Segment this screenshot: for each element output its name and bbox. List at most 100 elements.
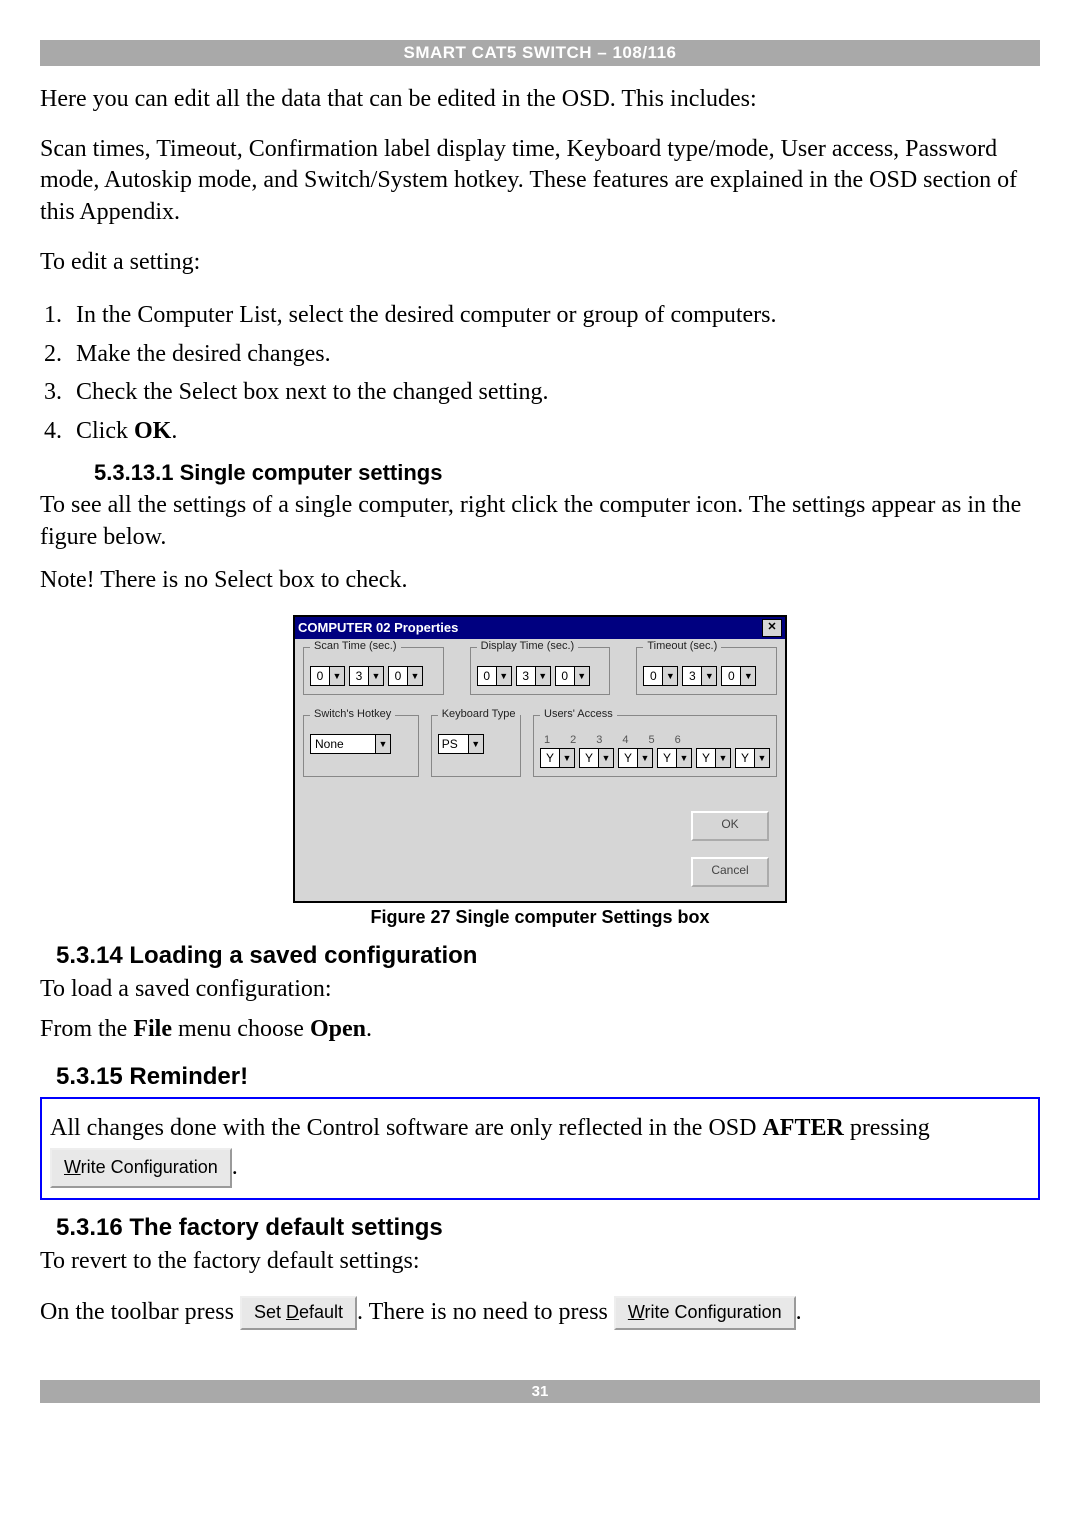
write-config2-rest: rite Configuration (645, 1302, 782, 1322)
users-access-group: Users' Access 1 2 3 4 5 6 Y▼ Y▼ Y▼ Y▼ (533, 715, 777, 777)
heading-single-computer-settings: 5.3.13.1 Single computer settings (94, 460, 1040, 486)
write-config-rest: rite Configuration (81, 1157, 218, 1177)
ua-value-4: Y (657, 748, 676, 768)
timeout-group: Timeout (sec.) 0▼ 3▼ 0▼ (636, 647, 777, 695)
factory-b: . There is no need to press (357, 1299, 614, 1325)
intro-paragraph-1: Here you can edit all the data that can … (40, 84, 1040, 116)
write-config-underline: W (64, 1157, 81, 1177)
intro-paragraph-2: Scan times, Timeout, Confirmation label … (40, 134, 1040, 229)
timeout-label: Timeout (sec.) (643, 640, 721, 652)
loading-p2-file: File (133, 1016, 172, 1042)
chevron-down-icon: ▼ (598, 748, 614, 768)
chevron-down-icon: ▼ (637, 748, 653, 768)
display-time-select-1[interactable]: 3▼ (516, 666, 551, 686)
chevron-down-icon: ▼ (701, 666, 717, 686)
step-4: Click OK. (68, 412, 1040, 450)
ua-select-6[interactable]: Y▼ (735, 748, 770, 768)
display-time-group: Display Time (sec.) 0▼ 3▼ 0▼ (470, 647, 611, 695)
ua-select-1[interactable]: Y▼ (540, 748, 575, 768)
switch-hotkey-label: Switch's Hotkey (310, 708, 395, 720)
loading-p2-open: Open (310, 1016, 366, 1042)
keyboard-type-group: Keyboard Type PS▼ (431, 715, 521, 777)
steps-list: In the Computer List, select the desired… (40, 296, 1040, 450)
users-access-label: Users' Access (540, 708, 617, 720)
timeout-value-0: 0 (643, 666, 662, 686)
scan-time-value-0: 0 (310, 666, 329, 686)
chevron-down-icon: ▼ (375, 734, 391, 754)
keyboard-type-label: Keyboard Type (438, 708, 520, 720)
ua-select-4[interactable]: Y▼ (657, 748, 692, 768)
reminder-text-a: All changes done with the Control softwa… (50, 1115, 762, 1141)
switch-hotkey-group: Switch's Hotkey None▼ (303, 715, 419, 777)
timeout-select-0[interactable]: 0▼ (643, 666, 678, 686)
scan-time-select-0[interactable]: 0▼ (310, 666, 345, 686)
display-time-select-2[interactable]: 0▼ (555, 666, 590, 686)
heading-reminder: 5.3.15 Reminder! (56, 1063, 1040, 1091)
timeout-select-1[interactable]: 3▼ (682, 666, 717, 686)
cancel-button[interactable]: Cancel (691, 857, 769, 887)
loading-p2-c: menu choose (172, 1016, 310, 1042)
single-settings-note: Note! There is no Select box to check. (40, 565, 1040, 597)
loading-p2: From the File menu choose Open. (40, 1014, 1040, 1046)
display-time-select-0[interactable]: 0▼ (477, 666, 512, 686)
display-time-value-0: 0 (477, 666, 496, 686)
display-time-value-1: 3 (516, 666, 535, 686)
ua-col-3: 3 (596, 734, 602, 746)
keyboard-type-select[interactable]: PS▼ (438, 734, 484, 754)
loading-p2-a: From the (40, 1016, 133, 1042)
scan-time-value-2: 0 (388, 666, 407, 686)
page-header-bar: SMART CAT5 SWITCH – 108/116 (40, 40, 1040, 66)
write-config2-underline: W (628, 1302, 645, 1322)
step-4-ok: OK (134, 418, 171, 444)
ua-value-3: Y (618, 748, 637, 768)
scan-time-select-2[interactable]: 0▼ (388, 666, 423, 686)
ua-select-3[interactable]: Y▼ (618, 748, 653, 768)
reminder-text-c: . (232, 1154, 238, 1180)
set-default-post: efault (299, 1302, 343, 1322)
step-1: In the Computer List, select the desired… (68, 296, 1040, 334)
step-4-suffix: . (171, 418, 177, 444)
close-icon[interactable]: ✕ (762, 619, 782, 637)
factory-p1: To revert to the factory default setting… (40, 1246, 1040, 1278)
switch-hotkey-select[interactable]: None▼ (310, 734, 391, 754)
write-configuration-button-2[interactable]: Write Configuration (614, 1296, 796, 1331)
display-time-label: Display Time (sec.) (477, 640, 579, 652)
ua-select-5[interactable]: Y▼ (696, 748, 731, 768)
ua-col-5: 5 (649, 734, 655, 746)
chevron-down-icon: ▼ (468, 734, 484, 754)
scan-time-group: Scan Time (sec.) 0▼ 3▼ 0▼ (303, 647, 444, 695)
chevron-down-icon: ▼ (676, 748, 692, 768)
timeout-select-2[interactable]: 0▼ (721, 666, 756, 686)
page-footer-bar: 31 (40, 1380, 1040, 1403)
ua-select-2[interactable]: Y▼ (579, 748, 614, 768)
write-configuration-button[interactable]: Write Configuration (50, 1148, 232, 1188)
loading-p2-e: . (366, 1016, 372, 1042)
heading-factory-default: 5.3.16 The factory default settings (56, 1214, 1040, 1242)
scan-time-label: Scan Time (sec.) (310, 640, 401, 652)
display-time-value-2: 0 (555, 666, 574, 686)
step-4-prefix: Click (76, 418, 134, 444)
chevron-down-icon: ▼ (740, 666, 756, 686)
chevron-down-icon: ▼ (715, 748, 731, 768)
step-2: Make the desired changes. (68, 335, 1040, 373)
switch-hotkey-value: None (310, 734, 375, 754)
set-default-underline: D (286, 1302, 299, 1322)
chevron-down-icon: ▼ (329, 666, 345, 686)
chevron-down-icon: ▼ (662, 666, 678, 686)
ua-col-6: 6 (675, 734, 681, 746)
chevron-down-icon: ▼ (496, 666, 512, 686)
set-default-button[interactable]: Set Default (240, 1296, 357, 1331)
single-settings-paragraph-1: To see all the settings of a single comp… (40, 490, 1040, 553)
ua-col-2: 2 (570, 734, 576, 746)
dialog-title: COMPUTER 02 Properties (298, 620, 458, 635)
edit-setting-intro: To edit a setting: (40, 247, 1040, 279)
factory-c: . (796, 1299, 802, 1325)
chevron-down-icon: ▼ (407, 666, 423, 686)
ua-col-4: 4 (622, 734, 628, 746)
step-3: Check the Select box next to the changed… (68, 373, 1040, 411)
scan-time-select-1[interactable]: 3▼ (349, 666, 384, 686)
ok-button[interactable]: OK (691, 811, 769, 841)
scan-time-value-1: 3 (349, 666, 368, 686)
ua-value-5: Y (696, 748, 715, 768)
ua-value-1: Y (540, 748, 559, 768)
